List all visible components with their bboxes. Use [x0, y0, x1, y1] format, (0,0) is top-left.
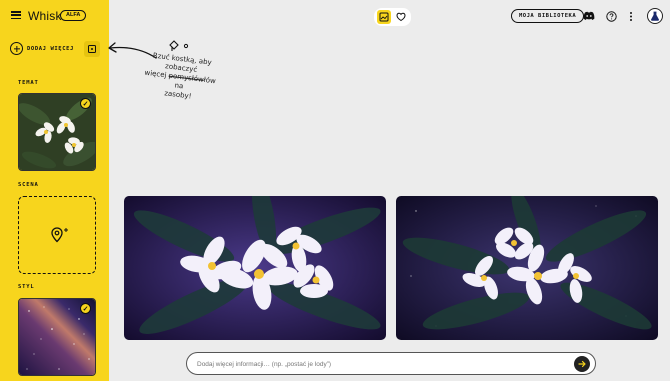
prompt-bar — [186, 352, 596, 375]
send-button[interactable] — [574, 356, 590, 372]
check-icon: ✓ — [80, 98, 91, 109]
hamburger-icon[interactable] — [11, 11, 21, 19]
view-toggle — [374, 8, 411, 26]
result-image-2[interactable] — [396, 196, 658, 340]
help-button[interactable] — [605, 10, 617, 22]
section-label-style: STYL — [18, 284, 35, 290]
avatar[interactable] — [647, 8, 663, 24]
prompt-input[interactable] — [197, 357, 557, 371]
generated-image — [124, 196, 386, 340]
check-icon: ✓ — [80, 303, 91, 314]
help-icon — [605, 10, 617, 22]
section-label-subject: TEMAT — [18, 80, 39, 86]
more-button[interactable] — [625, 10, 637, 22]
labs-flask-icon — [651, 11, 659, 21]
plus-circle-icon — [10, 42, 23, 55]
generated-image — [396, 196, 658, 340]
image-view-icon — [379, 12, 389, 22]
style-thumbnail[interactable]: ✓ — [18, 298, 96, 376]
subject-thumbnail[interactable]: ✓ — [18, 93, 96, 171]
my-library-button[interactable]: MOJA BIBLIOTEKA — [511, 9, 585, 23]
arrow-right-icon — [578, 360, 586, 368]
add-more-button[interactable]: DODAJ WIĘCEJ — [10, 42, 74, 55]
dice-hint-text: Rzuć kostką, aby zobaczyć więcej pomysłó… — [144, 51, 217, 101]
dice-sketch-icon — [169, 40, 189, 51]
result-image-1[interactable] — [124, 196, 386, 340]
image-view-button[interactable] — [377, 10, 391, 24]
dice-icon — [88, 45, 96, 53]
location-pin-icon — [51, 227, 68, 243]
dice-button[interactable] — [84, 41, 100, 57]
alfa-badge: ALFA — [60, 10, 87, 21]
section-label-scene: SCENA — [18, 182, 39, 188]
favorites-button[interactable] — [394, 10, 408, 24]
more-vert-icon — [630, 11, 632, 21]
app-title: Whisk — [28, 9, 62, 23]
add-more-label: DODAJ WIĘCEJ — [27, 45, 74, 52]
scene-dropzone[interactable] — [18, 196, 96, 274]
discord-button[interactable] — [583, 10, 595, 22]
sidebar: Whisk ALFA DODAJ WIĘCEJ TEMAT ✓ SCENA ST… — [0, 0, 109, 381]
discord-icon — [583, 11, 595, 20]
heart-icon — [396, 12, 406, 22]
